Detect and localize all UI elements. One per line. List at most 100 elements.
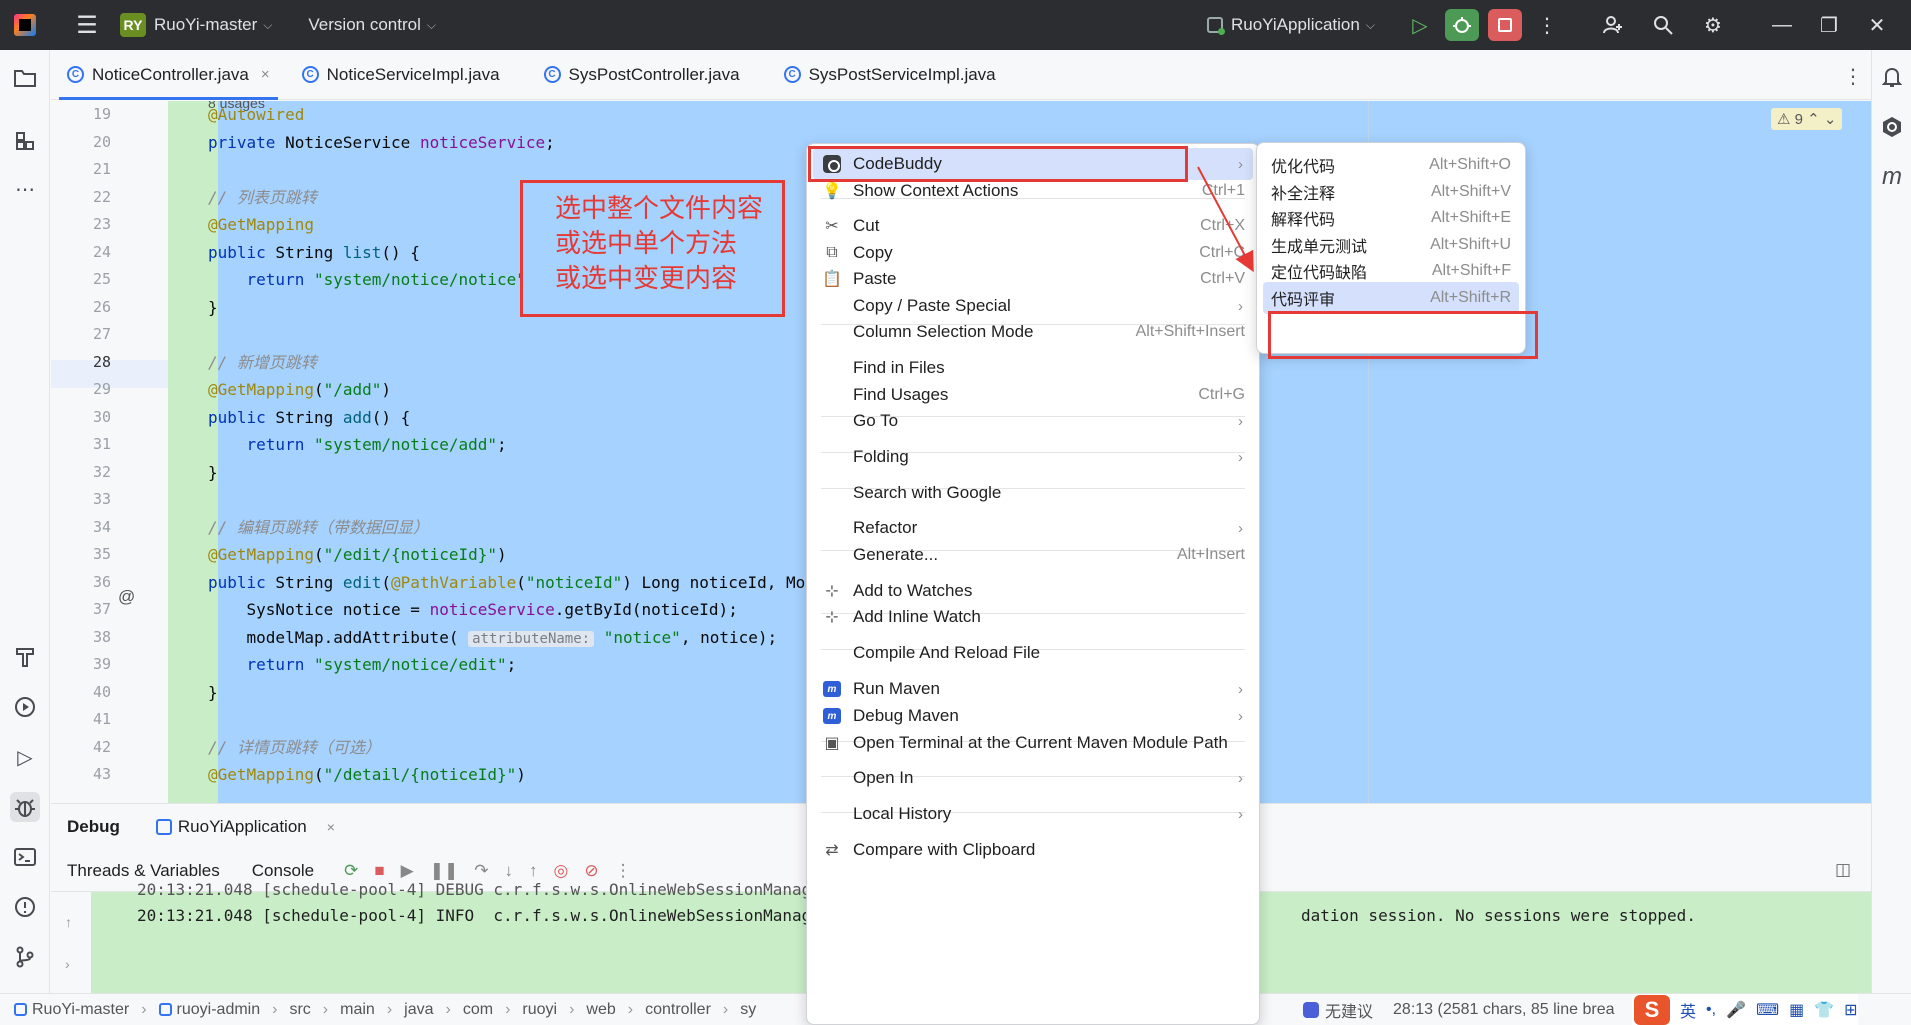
- debug-icon[interactable]: [1445, 9, 1479, 41]
- pause-icon[interactable]: ❚❚: [430, 861, 459, 881]
- layout-icon[interactable]: ◫: [1835, 860, 1851, 880]
- view-breakpoints-icon[interactable]: ◎: [554, 861, 569, 881]
- scroll-up-icon[interactable]: ↑: [65, 914, 72, 930]
- skin-icon[interactable]: 👕: [1814, 1000, 1834, 1020]
- step-into-icon[interactable]: ↓: [505, 861, 514, 881]
- breadcrumb-item[interactable]: web: [586, 1001, 615, 1019]
- ime-toolbar[interactable]: S 英 •, 🎤 ⌨ ▦ 👕 ⊞: [1632, 994, 1858, 1025]
- more-tools-icon[interactable]: ⋯: [10, 174, 40, 204]
- breadcrumb-separator: ›: [272, 1000, 278, 1018]
- menu-item-generate[interactable]: Generate... Alt+Insert: [813, 539, 1253, 571]
- ime-menu-icon[interactable]: ⊞: [1844, 1000, 1857, 1020]
- threads-variables-tab[interactable]: Threads & Variables: [67, 861, 220, 881]
- debug-session-label: RuoYiApplication: [177, 817, 307, 836]
- menu-item-compile-and-reload-file[interactable]: Compile And Reload File: [813, 637, 1253, 669]
- step-out-icon[interactable]: ↑: [529, 861, 538, 881]
- expand-icon[interactable]: ›: [65, 956, 70, 972]
- keyboard-icon[interactable]: ⌨: [1756, 1000, 1779, 1020]
- project-folder-icon[interactable]: [10, 63, 40, 93]
- search-icon[interactable]: [1646, 9, 1680, 41]
- step-over-icon[interactable]: ↷: [474, 861, 488, 881]
- more-actions-icon[interactable]: ⋮: [1530, 9, 1564, 41]
- main-menu-icon[interactable]: ☰: [74, 11, 100, 40]
- menu-item-search-with-google[interactable]: Search with Google: [813, 477, 1253, 509]
- project-badge[interactable]: RY: [120, 13, 146, 37]
- tabs-more-icon[interactable]: ⋮: [1843, 64, 1863, 89]
- menu-item-open-terminal-at-the-current-maven-module-path[interactable]: ▣ Open Terminal at the Current Maven Modu…: [813, 727, 1253, 759]
- stop-icon[interactable]: [1488, 9, 1522, 41]
- menu-item-folding[interactable]: Folding ›: [813, 441, 1253, 473]
- toolbox-icon[interactable]: ▦: [1789, 1000, 1804, 1020]
- resume-icon[interactable]: ▶: [401, 861, 414, 881]
- chevron-right-icon: ›: [1238, 297, 1243, 315]
- debug-panel-title: Debug: [67, 817, 120, 836]
- project-name[interactable]: RuoYi-master: [154, 15, 257, 35]
- menu-item-label: Open In: [853, 768, 914, 787]
- structure-icon[interactable]: [10, 126, 40, 156]
- run-icon[interactable]: ▷: [1403, 9, 1437, 41]
- chevron-down-icon[interactable]: ⌵: [427, 18, 436, 33]
- cursor-position[interactable]: 28:13 (2581 chars, 85 line brea: [1393, 1001, 1614, 1019]
- codebuddy-status[interactable]: 无建议: [1303, 998, 1373, 1022]
- menu-item-open-in[interactable]: Open In ›: [813, 762, 1253, 794]
- mute-breakpoints-icon[interactable]: ⊘: [584, 861, 598, 881]
- build-hammer-icon[interactable]: [10, 642, 40, 672]
- microphone-icon[interactable]: 🎤: [1726, 1000, 1746, 1020]
- maximize-icon[interactable]: ❐: [1812, 9, 1846, 41]
- line-number: 41: [92, 710, 111, 728]
- at-symbol-icon[interactable]: @: [118, 587, 135, 607]
- gear-icon[interactable]: ⚙: [1696, 9, 1730, 41]
- menu-item-local-history[interactable]: Local History ›: [813, 798, 1253, 830]
- breadcrumb-item[interactable]: main: [340, 1001, 375, 1019]
- chevron-down-icon[interactable]: ⌵: [263, 18, 272, 33]
- menu-item-column-selection-mode[interactable]: Column Selection Mode Alt+Shift+Insert: [813, 316, 1253, 348]
- menu-item-compare-with-clipboard[interactable]: ⇄ Compare with Clipboard: [813, 834, 1253, 866]
- close-session-icon[interactable]: ×: [327, 819, 335, 835]
- stop-debug-icon[interactable]: ■: [374, 861, 384, 881]
- inspection-warnings-badge[interactable]: ⚠ 9 ⌃ ⌄: [1771, 108, 1843, 130]
- breadcrumb-item[interactable]: RuoYi-master: [32, 1001, 129, 1019]
- debug-tool-icon[interactable]: [10, 792, 40, 822]
- git-icon[interactable]: [10, 942, 40, 972]
- version-control-menu[interactable]: Version control: [308, 15, 420, 35]
- terminal-tool-icon[interactable]: [10, 842, 40, 872]
- tab-label: SysPostServiceImpl.java: [808, 64, 996, 84]
- ime-language[interactable]: 英: [1680, 998, 1696, 1022]
- rerun-icon[interactable]: ⟳: [344, 861, 358, 881]
- tab-sys-post-controller[interactable]: C SysPostController.java: [528, 50, 756, 100]
- punctuation-icon[interactable]: •,: [1706, 1001, 1716, 1019]
- debug-session-tab[interactable]: RuoYiApplication ×: [155, 817, 335, 837]
- line-number: 25: [92, 270, 111, 288]
- minimize-icon[interactable]: —: [1765, 9, 1799, 41]
- breadcrumb-item[interactable]: ruoyi-admin: [177, 1001, 261, 1019]
- breadcrumb-item[interactable]: java: [404, 1001, 433, 1019]
- problems-icon[interactable]: [10, 892, 40, 922]
- menu-item-add-inline-watch[interactable]: ⊹ Add Inline Watch: [813, 601, 1253, 633]
- chevron-right-icon: ›: [1238, 448, 1243, 466]
- tab-notice-controller[interactable]: C NoticeController.java ×: [51, 50, 286, 100]
- maven-m-icon[interactable]: m: [1877, 162, 1907, 192]
- console-tab[interactable]: Console: [252, 861, 314, 881]
- breadcrumb-item[interactable]: controller: [645, 1001, 711, 1019]
- sogou-ime-icon[interactable]: S: [1634, 995, 1670, 1025]
- notifications-bell-icon[interactable]: [1877, 62, 1907, 92]
- run-configuration-selector[interactable]: RuoYiApplication ⌵: [1207, 0, 1375, 50]
- more-debug-icon[interactable]: ⋮: [615, 861, 632, 881]
- tab-notice-service-impl[interactable]: C NoticeServiceImpl.java: [286, 50, 516, 100]
- menu-item-go-to[interactable]: Go To ›: [813, 405, 1253, 437]
- tab-sys-post-service-impl[interactable]: C SysPostServiceImpl.java: [768, 50, 1012, 100]
- breadcrumb-item[interactable]: ruoyi: [522, 1001, 557, 1019]
- add-user-icon[interactable]: [1596, 9, 1630, 41]
- close-tab-icon[interactable]: ×: [261, 66, 270, 83]
- line-number: 38: [92, 627, 111, 646]
- line-numbers: 19 20 21 22 23 24 25 26 27 28 29 30 31 32 33 34 35 36 37 38…: [51, 101, 111, 789]
- close-icon[interactable]: ✕: [1860, 9, 1894, 41]
- breadcrumb-item[interactable]: sy: [740, 1001, 756, 1019]
- submenu-item[interactable]: 代码评审 Alt+Shift+R: [1263, 282, 1519, 314]
- run-tool-icon[interactable]: ▷: [10, 742, 40, 772]
- breadcrumb-separator: ›: [322, 1000, 329, 1018]
- services-icon[interactable]: [10, 692, 40, 722]
- breadcrumb-item[interactable]: src: [289, 1001, 310, 1019]
- breadcrumb-item[interactable]: com: [463, 1001, 493, 1019]
- codebuddy-tool-icon[interactable]: [1877, 112, 1907, 142]
